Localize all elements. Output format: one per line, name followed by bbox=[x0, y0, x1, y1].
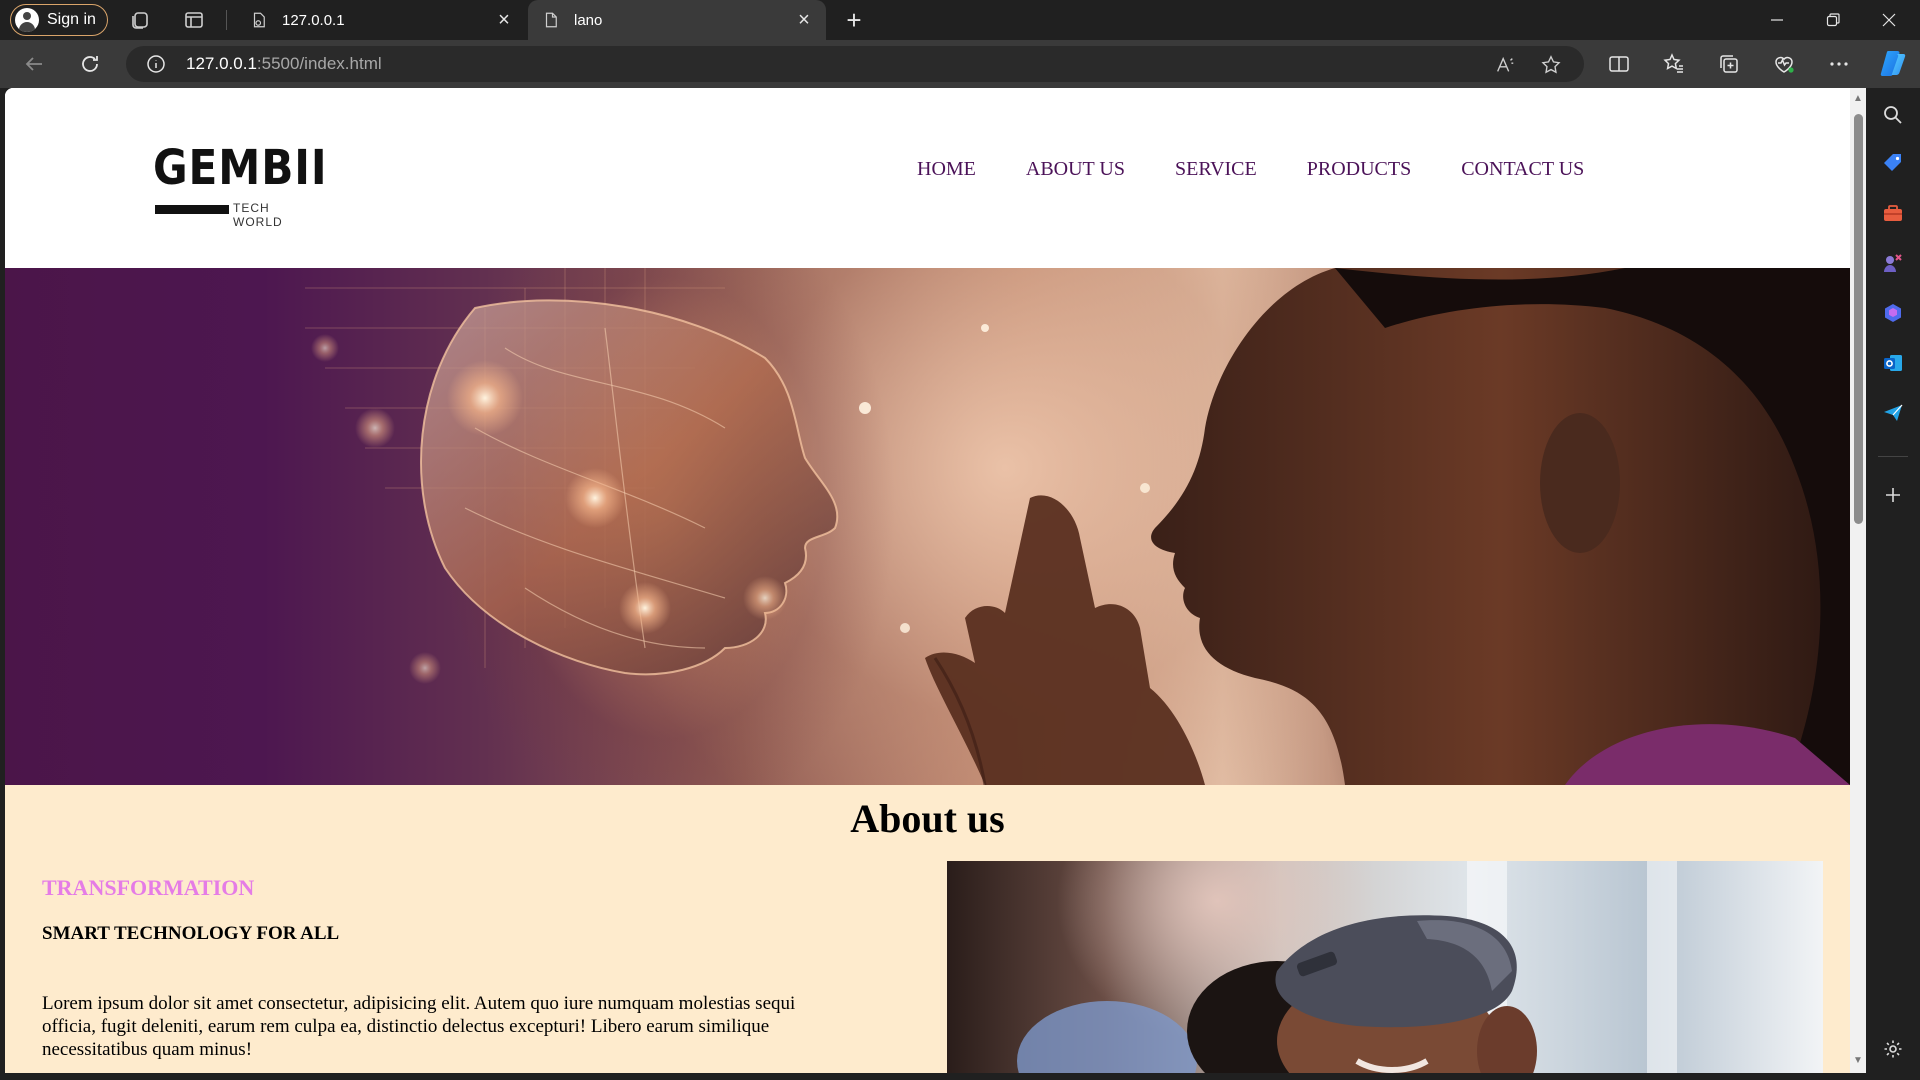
scroll-up-icon[interactable]: ▲ bbox=[1853, 94, 1863, 104]
address-bar[interactable]: 127.0.0.1:5500/index.html bbox=[126, 46, 1584, 82]
hero-illustration bbox=[305, 268, 1850, 785]
workspaces-icon[interactable] bbox=[128, 8, 152, 32]
close-icon bbox=[1882, 13, 1896, 27]
scrollbar-thumb[interactable] bbox=[1854, 114, 1863, 524]
read-aloud-icon[interactable] bbox=[1494, 54, 1516, 76]
outlook-icon[interactable] bbox=[1882, 352, 1904, 374]
tab-strip: Sign in 127.0.0.1 × lano × + bbox=[0, 0, 1920, 40]
web-page: GEMBII TECH WORLD HOME ABOUT US SERVICE … bbox=[5, 88, 1850, 1073]
eyebrow-heading: TRANSFORMATION bbox=[42, 875, 255, 900]
subheading: SMART TECHNOLOGY FOR ALL bbox=[42, 923, 340, 944]
site-info-icon[interactable] bbox=[146, 54, 166, 74]
edge-sidebar bbox=[1866, 88, 1920, 1080]
split-screen-icon[interactable] bbox=[1607, 52, 1631, 76]
favorite-star-icon[interactable] bbox=[1540, 54, 1562, 76]
back-icon[interactable] bbox=[22, 52, 46, 76]
logo-wordmark: GEMBII bbox=[153, 140, 328, 196]
restore-icon bbox=[1826, 13, 1840, 27]
close-tab-icon[interactable]: × bbox=[494, 10, 514, 30]
sidebar-divider bbox=[1878, 456, 1908, 457]
collections-icon[interactable] bbox=[1717, 52, 1741, 76]
settings-gear-icon[interactable] bbox=[1882, 1038, 1904, 1060]
tab-actions-icon[interactable] bbox=[182, 8, 206, 32]
about-section: About us TRANSFORMATION SMART TECHNOLOGY… bbox=[5, 785, 1850, 1073]
refresh-icon[interactable] bbox=[78, 52, 102, 76]
add-icon[interactable] bbox=[1882, 484, 1904, 506]
tools-icon[interactable] bbox=[1882, 202, 1904, 224]
send-icon[interactable] bbox=[1882, 402, 1904, 424]
page-scrollbar[interactable]: ▲ ▼ bbox=[1850, 88, 1866, 1073]
minimize-button[interactable] bbox=[1750, 0, 1804, 40]
more-options-icon[interactable] bbox=[1827, 52, 1851, 76]
restore-button[interactable] bbox=[1806, 0, 1860, 40]
games-icon[interactable] bbox=[1882, 252, 1904, 274]
hero-image bbox=[5, 268, 1850, 785]
vr-headset-photo bbox=[947, 861, 1823, 1073]
search-icon[interactable] bbox=[1882, 104, 1904, 126]
close-tab-icon[interactable]: × bbox=[794, 10, 814, 30]
profile-button[interactable]: Sign in bbox=[10, 4, 108, 36]
close-window-button[interactable] bbox=[1862, 0, 1916, 40]
nav-contact-us[interactable]: CONTACT US bbox=[1461, 158, 1584, 181]
minimize-icon bbox=[1771, 19, 1783, 21]
site-header: GEMBII TECH WORLD HOME ABOUT US SERVICE … bbox=[5, 88, 1850, 268]
nav-about-us[interactable]: ABOUT US bbox=[1026, 158, 1125, 181]
browser-essentials-icon[interactable] bbox=[1772, 52, 1796, 76]
tab-title: lano bbox=[574, 11, 603, 29]
browser-toolbar: 127.0.0.1:5500/index.html bbox=[0, 40, 1920, 88]
url-text[interactable]: 127.0.0.1:5500/index.html bbox=[186, 54, 382, 74]
favorites-icon[interactable] bbox=[1662, 52, 1686, 76]
scroll-down-icon[interactable]: ▼ bbox=[1853, 1056, 1863, 1066]
new-tab-button[interactable]: + bbox=[840, 6, 868, 34]
nav-products[interactable]: PRODUCTS bbox=[1307, 158, 1411, 181]
about-paragraph: Lorem ipsum dolor sit amet consectetur, … bbox=[42, 993, 796, 1060]
vr-photo-illustration bbox=[1017, 861, 1677, 1073]
tab-title: 127.0.0.1 bbox=[282, 11, 345, 29]
page-viewport: GEMBII TECH WORLD HOME ABOUT US SERVICE … bbox=[5, 88, 1866, 1073]
nav-service[interactable]: SERVICE bbox=[1175, 158, 1257, 181]
main-navigation: HOME ABOUT US SERVICE PRODUCTS CONTACT U… bbox=[917, 158, 1584, 181]
url-host: 127.0.0.1 bbox=[186, 54, 257, 73]
logo-tagline: TECH WORLD bbox=[233, 201, 283, 229]
shopping-tag-icon[interactable] bbox=[1882, 152, 1904, 174]
tab-separator bbox=[226, 10, 227, 30]
page-icon bbox=[253, 12, 265, 28]
copilot-icon[interactable] bbox=[1878, 48, 1908, 78]
url-path: :5500/index.html bbox=[256, 54, 382, 73]
logo-underline bbox=[155, 205, 229, 214]
microsoft-365-icon[interactable] bbox=[1882, 302, 1904, 324]
avatar-icon bbox=[15, 8, 39, 32]
tab-lano[interactable]: lano × bbox=[528, 0, 826, 40]
profile-label: Sign in bbox=[47, 11, 96, 28]
nav-home[interactable]: HOME bbox=[917, 158, 976, 181]
about-heading: About us bbox=[850, 796, 1005, 841]
site-logo[interactable]: GEMBII TECH WORLD bbox=[153, 140, 327, 229]
tab-127-0-0-1[interactable]: 127.0.0.1 × bbox=[236, 0, 526, 40]
document-icon bbox=[545, 12, 557, 28]
